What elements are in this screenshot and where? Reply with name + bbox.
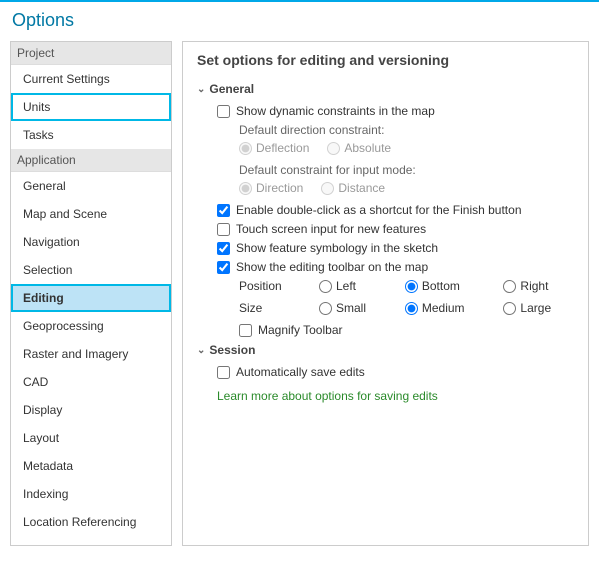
sidebar-item-editing[interactable]: Editing [11,284,171,312]
distance-label: Distance [338,181,385,195]
show-symbology-checkbox[interactable] [217,242,230,255]
sidebar-item-indexing[interactable]: Indexing [11,480,171,508]
position-right-radio[interactable] [503,280,516,293]
size-medium-radio[interactable] [405,302,418,315]
sidebar-group-header: Application [11,149,171,172]
sidebar-item-geoprocessing[interactable]: Geoprocessing [11,312,171,340]
auto-save-checkbox[interactable] [217,366,230,379]
panel-heading: Set options for editing and versioning [197,52,574,68]
chevron-down-icon: ⌄ [197,345,205,356]
sidebar-item-metadata[interactable]: Metadata [11,452,171,480]
learn-more-link[interactable]: Learn more about options for saving edit… [217,389,574,403]
position-bottom-label: Bottom [422,279,460,293]
chevron-down-icon: ⌄ [197,84,205,95]
enable-doubleclick-label: Enable double-click as a shortcut for th… [236,203,522,217]
position-label: Position [239,279,303,293]
sidebar-item-raster-and-imagery[interactable]: Raster and Imagery [11,340,171,368]
absolute-label: Absolute [344,141,391,155]
sidebar-item-tasks[interactable]: Tasks [11,121,171,149]
size-large-radio[interactable] [503,302,516,315]
deflection-label: Deflection [256,141,309,155]
section-general-header[interactable]: ⌄ General [197,82,574,96]
position-right-label: Right [520,279,548,293]
sidebar-item-navigation[interactable]: Navigation [11,228,171,256]
show-dynamic-checkbox[interactable] [217,105,230,118]
sidebar-item-selection[interactable]: Selection [11,256,171,284]
sidebar-item-cad[interactable]: CAD [11,368,171,396]
size-large-label: Large [520,301,551,315]
options-sidebar: ProjectCurrent SettingsUnitsTasksApplica… [10,41,172,546]
touch-screen-label: Touch screen input for new features [236,222,426,236]
page-title: Options [0,2,599,41]
position-bottom-radio[interactable] [405,280,418,293]
show-dynamic-label: Show dynamic constraints in the map [236,104,435,118]
direction-radio [239,182,252,195]
section-general-label: General [209,82,254,96]
sidebar-item-display[interactable]: Display [11,396,171,424]
options-main-panel: Set options for editing and versioning ⌄… [182,41,589,546]
show-toolbar-checkbox[interactable] [217,261,230,274]
size-small-label: Small [336,301,366,315]
show-symbology-label: Show feature symbology in the sketch [236,241,438,255]
default-direction-label: Default direction constraint: [239,123,574,137]
sidebar-item-location-referencing[interactable]: Location Referencing [11,508,171,536]
direction-label: Direction [256,181,303,195]
section-session-label: Session [209,343,255,357]
section-session-header[interactable]: ⌄ Session [197,343,574,357]
sidebar-item-layout[interactable]: Layout [11,424,171,452]
show-toolbar-label: Show the editing toolbar on the map [236,260,428,274]
touch-screen-checkbox[interactable] [217,223,230,236]
size-label: Size [239,301,303,315]
sidebar-item-current-settings[interactable]: Current Settings [11,65,171,93]
sidebar-item-map-and-scene[interactable]: Map and Scene [11,200,171,228]
sidebar-item-general[interactable]: General [11,172,171,200]
magnify-toolbar-label: Magnify Toolbar [258,323,343,337]
position-left-label: Left [336,279,356,293]
sidebar-group-header: Project [11,42,171,65]
size-medium-label: Medium [422,301,465,315]
absolute-radio [327,142,340,155]
auto-save-label: Automatically save edits [236,365,365,379]
size-small-radio[interactable] [319,302,332,315]
deflection-radio [239,142,252,155]
sidebar-item-units[interactable]: Units [11,93,171,121]
enable-doubleclick-checkbox[interactable] [217,204,230,217]
sidebar-item-language[interactable]: Language [11,536,171,546]
magnify-toolbar-checkbox[interactable] [239,324,252,337]
position-left-radio[interactable] [319,280,332,293]
distance-radio [321,182,334,195]
default-input-label: Default constraint for input mode: [239,163,574,177]
